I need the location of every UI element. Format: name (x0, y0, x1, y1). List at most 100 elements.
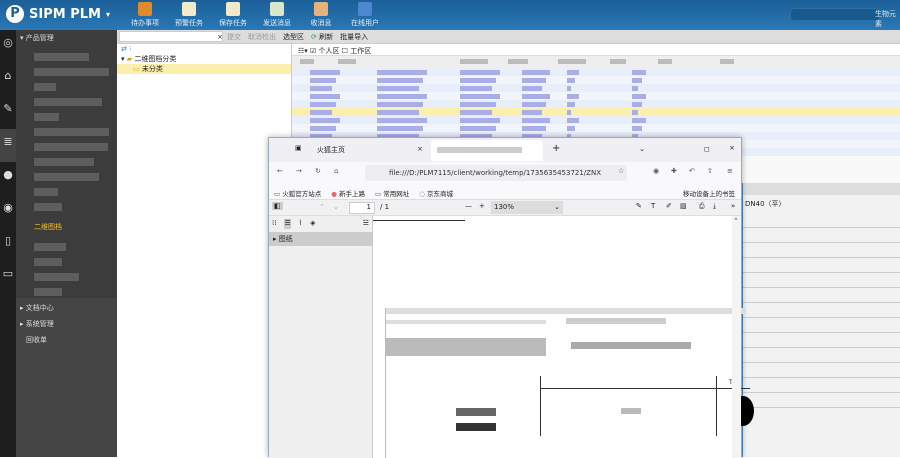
toolbar-inbox-button[interactable]: 收消息 (301, 2, 341, 28)
sidebar-group-system[interactable]: ▸ 系统管理 (16, 316, 117, 332)
maximize-icon[interactable]: ◻ (704, 145, 710, 153)
bookmark-star-icon[interactable]: ☆ (618, 167, 624, 175)
sidebar-item-2d-drawings[interactable]: 二维图档 (16, 218, 117, 236)
column-header[interactable] (558, 59, 586, 64)
sidebar-item-redacted[interactable] (34, 98, 102, 106)
account-icon[interactable]: ◉ (653, 167, 659, 175)
page-number-input[interactable]: 1 (349, 202, 375, 214)
forward-icon[interactable]: → (296, 167, 302, 175)
chat-icon[interactable]: ● (0, 162, 16, 195)
tab-firefox-home[interactable]: 火狐主页 (317, 145, 345, 155)
sidebar-item-redacted[interactable] (34, 243, 66, 251)
draw-icon[interactable]: ✐ (666, 202, 672, 210)
bookmark-item[interactable]: ▭ 常用网址 (375, 188, 409, 198)
eye-icon[interactable]: ◎ (0, 30, 16, 63)
mobile-bookmarks[interactable]: 移动设备上的书签 (683, 188, 735, 198)
toolbar-users-button[interactable]: 在线用户 (345, 2, 385, 28)
close-window-icon[interactable]: × (729, 144, 735, 152)
sidebar-item-redacted[interactable] (34, 188, 58, 196)
card-icon[interactable]: ▭ (0, 261, 16, 294)
tree-search-input[interactable] (119, 31, 223, 42)
sidebar-item-redacted[interactable] (34, 158, 94, 166)
close-tab-icon[interactable]: × (417, 145, 423, 153)
outline-icon[interactable]: ☰ (284, 219, 291, 229)
print-icon[interactable]: ⎙ (699, 202, 705, 211)
sync-icon[interactable]: ⇄ (121, 45, 127, 53)
sidebar-item-redacted[interactable] (34, 173, 99, 181)
table-row[interactable] (292, 124, 900, 132)
zoom-in-icon[interactable]: + (479, 202, 485, 210)
expand-icon[interactable]: ⁝ (129, 45, 131, 53)
table-row[interactable] (292, 68, 900, 76)
more-tools-icon[interactable]: » (731, 202, 735, 210)
layers-icon[interactable]: ◈ (310, 219, 315, 229)
submit-button[interactable]: 提交 (227, 32, 241, 42)
sidebar-item-redacted[interactable] (34, 128, 109, 136)
sidebar-item-redacted[interactable] (34, 113, 59, 121)
url-bar[interactable]: file:///D:/PLM7115/client/working/temp/1… (365, 165, 627, 181)
tab-list-icon[interactable]: ⌄ (639, 145, 645, 153)
column-header[interactable] (300, 59, 314, 64)
refresh-button[interactable]: ⟳ 刷新 (311, 32, 333, 42)
table-row[interactable] (292, 76, 900, 84)
zoom-select[interactable]: 130% ⌄ (491, 201, 563, 214)
sidebar-item-redacted[interactable] (34, 258, 62, 266)
highlight-icon[interactable]: ✎ (636, 202, 642, 210)
selection-button[interactable]: 选型区 (283, 32, 304, 42)
sidebar-item-redacted[interactable] (34, 53, 89, 61)
table-row[interactable] (292, 108, 900, 116)
table-row[interactable] (292, 92, 900, 100)
sidebar-item-redacted[interactable] (34, 68, 109, 76)
sidebar-item-redacted[interactable] (34, 143, 108, 151)
next-page-icon[interactable]: ⌄ (333, 203, 339, 211)
home-icon[interactable]: ⌂ (0, 63, 16, 96)
collapse-icon[interactable]: ☱ (363, 219, 369, 229)
menu-icon[interactable]: ≡ (727, 167, 733, 175)
undo-icon[interactable]: ↶ (689, 167, 695, 175)
filter-workspace[interactable]: ☐ 工作区 (342, 47, 372, 55)
radar-icon[interactable]: ◉ (0, 195, 16, 228)
sidebar-toggle-icon[interactable]: ◧ (272, 202, 283, 210)
column-header[interactable] (610, 59, 626, 64)
column-header[interactable] (658, 59, 672, 64)
filter-personal[interactable]: ☑ 个人区 (310, 47, 340, 55)
toolbar-todo-button[interactable]: 待办事项 (125, 2, 165, 28)
reload-icon[interactable]: ↻ (315, 167, 321, 175)
sidebar-item-redacted[interactable] (34, 273, 79, 281)
thumbnails-icon[interactable]: ⁞⁞ (272, 219, 276, 229)
column-header[interactable] (720, 59, 734, 64)
table-row[interactable] (292, 116, 900, 124)
extensions-icon[interactable]: ✚ (671, 167, 677, 175)
table-row[interactable] (292, 84, 900, 92)
save-icon[interactable]: ⤓ (713, 202, 716, 211)
app-logo[interactable]: P SIPM PLM ▾ (6, 5, 110, 23)
columns-icon[interactable]: ☷▾ (298, 47, 308, 55)
text-icon[interactable]: T (651, 202, 655, 210)
sidebar-item-redacted[interactable] (34, 288, 62, 296)
table-row[interactable] (292, 100, 900, 108)
edit-icon[interactable]: ✎ (0, 96, 16, 129)
pdf-scrollbar[interactable]: ⌃ (732, 216, 741, 458)
cancel-checkout-button[interactable]: 取消检出 (248, 32, 276, 42)
bookmark-item[interactable]: ▭ 火狐官方站点 (274, 188, 321, 198)
home-icon[interactable]: ⌂ (334, 167, 338, 175)
image-icon[interactable]: ▨ (680, 202, 687, 210)
sidebar-group-docs[interactable]: ▸ 文档中心 (16, 300, 117, 316)
database-icon[interactable]: ≣ (0, 129, 16, 162)
new-tab-button[interactable]: + (552, 143, 560, 154)
batch-import-button[interactable]: 批量导入 (340, 32, 368, 42)
toolbar-clock-doc-button[interactable]: 保存任务 (213, 2, 253, 28)
column-header[interactable] (460, 59, 488, 64)
zoom-out-icon[interactable]: — (465, 202, 472, 210)
toolbar-warning-doc-button[interactable]: 预警任务 (169, 2, 209, 28)
bookmark-item[interactable]: ● 新手上路 (331, 188, 365, 198)
back-icon[interactable]: ← (277, 167, 283, 175)
bookmark-item[interactable]: ◌ 京东商城 (419, 188, 453, 198)
column-header[interactable] (338, 59, 356, 64)
sidebar-item-redacted[interactable] (34, 203, 62, 211)
share-icon[interactable]: ⇧ (707, 167, 713, 175)
search-button[interactable]: 生物元素 (875, 9, 900, 29)
global-search-input[interactable] (790, 8, 880, 21)
tab-pdf[interactable] (431, 140, 543, 161)
clear-icon[interactable]: × (217, 33, 223, 41)
